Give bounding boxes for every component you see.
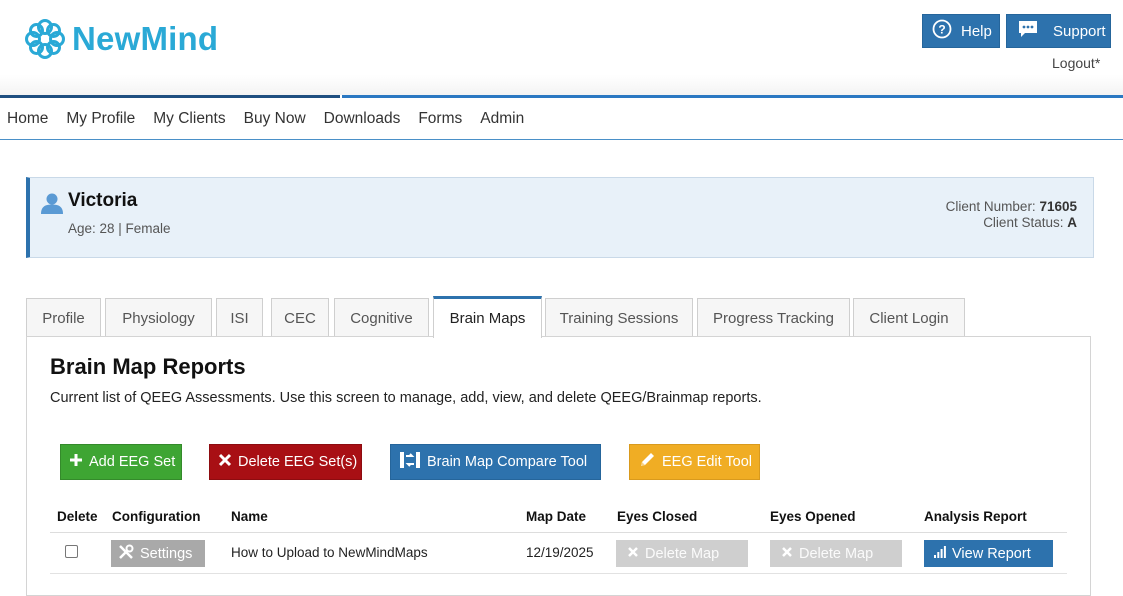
th-eyes-opened: Eyes Opened <box>770 509 856 524</box>
th-name: Name <box>231 509 268 524</box>
compare-icon <box>399 450 421 474</box>
tab-profile[interactable]: Profile <box>26 298 101 337</box>
client-status-line: Client Status: A <box>946 215 1077 231</box>
plus-icon <box>69 453 83 471</box>
client-name: Victoria <box>68 190 138 211</box>
client-number-line: Client Number: 71605 <box>946 199 1077 215</box>
brand-logo[interactable]: NewMind <box>24 18 218 60</box>
support-label: Support <box>1053 22 1106 40</box>
th-analysis-report: Analysis Report <box>924 509 1027 524</box>
main-nav: Home My Profile My Clients Buy Now Downl… <box>0 98 1123 140</box>
close-icon <box>218 453 232 471</box>
nav-item-downloads[interactable]: Downloads <box>324 110 401 128</box>
brain-map-compare-button[interactable]: Brain Map Compare Tool <box>390 444 601 480</box>
eeg-edit-tool-label: EEG Edit Tool <box>662 454 753 470</box>
tab-cognitive[interactable]: Cognitive <box>334 298 429 337</box>
tab-isi[interactable]: ISI <box>216 298 263 337</box>
view-report-label: View Report <box>952 545 1031 562</box>
row-map-date: 12/19/2025 <box>526 545 594 560</box>
brand-name: NewMind <box>72 20 219 57</box>
nav-item-home[interactable]: Home <box>7 110 48 128</box>
add-eeg-set-button[interactable]: Add EEG Set <box>60 444 182 480</box>
th-map-date: Map Date <box>526 509 587 524</box>
table-header-divider <box>50 532 1067 533</box>
tab-progress-tracking[interactable]: Progress Tracking <box>697 298 850 337</box>
settings-button[interactable]: Settings <box>111 540 205 567</box>
brain-logo-icon <box>24 18 66 60</box>
eeg-edit-tool-button[interactable]: EEG Edit Tool <box>629 444 760 480</box>
th-eyes-closed: Eyes Closed <box>617 509 698 524</box>
bar-chart-icon <box>934 545 946 562</box>
question-circle-icon: ? <box>932 19 952 43</box>
row-name: How to Upload to NewMindMaps <box>231 545 428 560</box>
add-eeg-set-label: Add EEG Set <box>89 454 176 470</box>
page-description: Current list of QEEG Assessments. Use th… <box>50 390 762 406</box>
tab-cec[interactable]: CEC <box>271 298 329 337</box>
logout-link[interactable]: Logout* <box>1052 55 1100 71</box>
client-meta: Age: 28 | Female <box>68 221 171 236</box>
tab-physiology[interactable]: Physiology <box>105 298 212 337</box>
nav-item-forms[interactable]: Forms <box>418 110 462 128</box>
pencil-icon <box>638 451 656 473</box>
header: NewMind ? Help Support Logout* <box>0 0 1123 96</box>
table-row-divider <box>50 573 1067 574</box>
eyes-closed-delete-map-button: Delete Map <box>616 540 748 567</box>
nav-item-buy-now[interactable]: Buy Now <box>244 110 306 128</box>
chat-bubble-icon <box>1017 19 1039 43</box>
settings-label: Settings <box>140 545 193 562</box>
user-icon <box>40 192 64 219</box>
th-configuration: Configuration <box>112 509 201 524</box>
wrench-icon <box>118 544 134 564</box>
delete-eeg-sets-label: Delete EEG Set(s) <box>238 454 358 470</box>
view-report-button[interactable]: View Report <box>924 540 1053 567</box>
help-label: Help <box>961 22 992 40</box>
help-button[interactable]: ? Help <box>922 14 1000 48</box>
close-icon <box>627 546 639 562</box>
nav-item-my-clients[interactable]: My Clients <box>153 110 225 128</box>
eyes-closed-delete-label: Delete Map <box>645 545 720 562</box>
delete-checkbox[interactable] <box>65 545 78 558</box>
tab-brain-maps[interactable]: Brain Maps <box>433 296 542 338</box>
close-icon <box>781 546 793 562</box>
page-title: Brain Map Reports <box>50 354 246 379</box>
brain-maps-panel: Brain Map Reports Current list of QEEG A… <box>26 336 1091 596</box>
client-number: 71605 <box>1039 199 1077 214</box>
client-status: A <box>1067 215 1077 230</box>
tab-training-sessions[interactable]: Training Sessions <box>545 298 693 337</box>
th-delete: Delete <box>57 509 98 524</box>
eyes-opened-delete-map-button: Delete Map <box>770 540 902 567</box>
delete-eeg-sets-button[interactable]: Delete EEG Set(s) <box>209 444 362 480</box>
client-card: Victoria Age: 28 | Female Client Number:… <box>26 177 1094 258</box>
nav-item-my-profile[interactable]: My Profile <box>66 110 135 128</box>
client-details: Client Number: 71605 Client Status: A <box>946 199 1077 231</box>
tab-client-login[interactable]: Client Login <box>853 298 965 337</box>
nav-item-admin[interactable]: Admin <box>480 110 524 128</box>
eyes-opened-delete-label: Delete Map <box>799 545 874 562</box>
svg-text:?: ? <box>938 23 945 37</box>
support-button[interactable]: Support <box>1006 14 1111 48</box>
client-status-label: Client Status: <box>983 215 1064 230</box>
client-number-label: Client Number: <box>945 199 1036 214</box>
brain-map-compare-label: Brain Map Compare Tool <box>427 454 588 470</box>
